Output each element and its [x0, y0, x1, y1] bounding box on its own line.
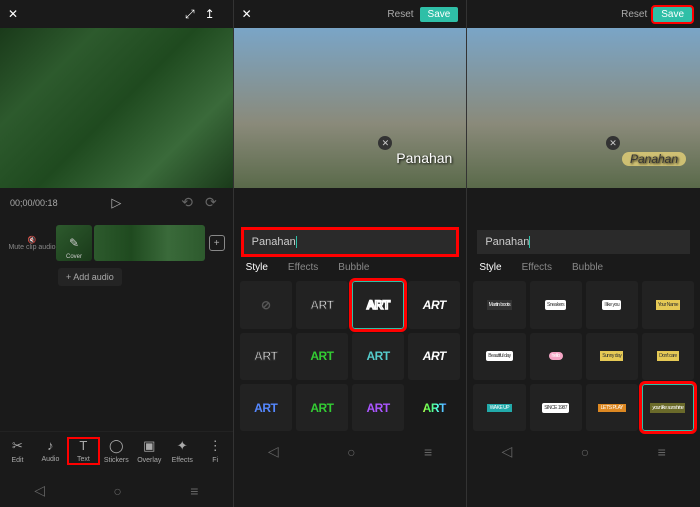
expand-icon[interactable]: ⤢: [185, 7, 195, 22]
close-icon[interactable]: ✕: [8, 7, 18, 21]
reset-button[interactable]: Reset: [387, 9, 413, 20]
editor-panel-style: ✕ Reset Save ✕ Panahan Panahan Style Eff…: [234, 0, 468, 507]
style-art-2[interactable]: ART: [352, 281, 404, 328]
topbar: Reset Save: [467, 0, 700, 28]
bubble-7[interactable]: Sunny day: [586, 333, 638, 380]
tab-effects[interactable]: Effects: [522, 262, 552, 273]
style-art-7[interactable]: ART: [408, 333, 460, 380]
style-art-5[interactable]: ART: [296, 333, 348, 380]
bubble-9[interactable]: WAKE UP: [473, 384, 525, 431]
text-input[interactable]: Panahan: [244, 230, 457, 254]
style-grid: ⊘ ART ART ART ART ART ART ART ART ART AR…: [234, 277, 467, 435]
preview-video[interactable]: ✕ Panahan: [234, 28, 467, 188]
video-clip[interactable]: [94, 225, 205, 261]
style-none[interactable]: ⊘: [240, 281, 292, 328]
style-art-8[interactable]: ART: [240, 384, 292, 431]
bubble-10[interactable]: SINCE 1987: [530, 384, 582, 431]
style-art-10[interactable]: ART: [352, 384, 404, 431]
tool-text[interactable]: TText: [68, 438, 99, 464]
system-nav: ◁ ○ ≡: [234, 435, 467, 468]
bubble-4[interactable]: Your Name: [642, 281, 694, 328]
caption-close-icon[interactable]: ✕: [606, 136, 620, 150]
preview-video[interactable]: [0, 28, 233, 188]
bubble-2[interactable]: Sneakers: [530, 281, 582, 328]
cover-label: Cover: [66, 254, 82, 260]
tool-audio[interactable]: ♪Audio: [35, 438, 66, 464]
nav-home-icon[interactable]: ○: [113, 483, 121, 499]
tool-overlay[interactable]: ▣Overlay: [134, 438, 165, 464]
system-nav: ◁ ○ ≡: [467, 435, 700, 468]
nav-home-icon[interactable]: ○: [581, 444, 589, 460]
tool-edit[interactable]: ✂Edit: [2, 438, 33, 464]
reset-button[interactable]: Reset: [621, 9, 647, 20]
caption-text[interactable]: Panahan: [396, 150, 452, 166]
close-icon[interactable]: ✕: [242, 7, 252, 21]
bubble-1[interactable]: Martin boots: [473, 281, 525, 328]
mute-icon[interactable]: 🔇: [8, 236, 56, 244]
tab-bubble[interactable]: Bubble: [572, 262, 603, 273]
tab-style[interactable]: Style: [246, 262, 268, 273]
tab-style[interactable]: Style: [479, 262, 501, 273]
play-icon[interactable]: ▷: [111, 195, 121, 211]
undo-icon[interactable]: ⟲: [181, 194, 193, 211]
style-art-9[interactable]: ART: [296, 384, 348, 431]
nav-back-icon[interactable]: ◁: [34, 482, 45, 499]
timeline-tracks: 🔇 Mute clip audio ✎ Cover + + Add audio: [0, 217, 233, 431]
nav-recent-icon[interactable]: ≡: [658, 444, 666, 460]
preview-video[interactable]: ✕ Panahan: [467, 28, 700, 188]
nav-recent-icon[interactable]: ≡: [424, 444, 432, 460]
tool-effects[interactable]: ✦Effects: [167, 438, 198, 464]
tab-effects[interactable]: Effects: [288, 262, 318, 273]
bubble-5[interactable]: Beautiful day: [473, 333, 525, 380]
tool-stickers[interactable]: ◯Stickers: [101, 438, 132, 464]
time-total: 00:18: [35, 198, 58, 208]
text-input-value: Panahan: [252, 236, 296, 248]
mute-label: Mute clip audio: [8, 244, 56, 251]
cover-icon: ✎: [69, 236, 79, 250]
cover-thumb[interactable]: ✎ Cover: [56, 225, 92, 261]
bubble-8[interactable]: Don't care: [642, 333, 694, 380]
text-input-value: Panahan: [485, 236, 529, 248]
nav-recent-icon[interactable]: ≡: [190, 483, 198, 499]
editor-panel-main: ✕ ⤢ ↥ 00;00/00:18 ▷ ⟲ ⟳ 🔇 Mute clip audi…: [0, 0, 234, 507]
save-button[interactable]: Save: [653, 7, 692, 22]
nav-home-icon[interactable]: ○: [347, 444, 355, 460]
tool-bar: ✂Edit ♪Audio TText ◯Stickers ▣Overlay ✦E…: [0, 431, 233, 474]
style-art-4[interactable]: ART: [240, 333, 292, 380]
caption-close-icon[interactable]: ✕: [378, 136, 392, 150]
time-bar: 00;00/00:18 ▷ ⟲ ⟳: [0, 188, 233, 217]
add-clip-button[interactable]: +: [209, 235, 225, 251]
topbar: ✕ ⤢ ↥: [0, 0, 233, 28]
add-audio-button[interactable]: + Add audio: [58, 268, 122, 286]
style-art-3[interactable]: ART: [408, 281, 460, 328]
tool-more[interactable]: ⋮Fi: [200, 438, 231, 464]
style-art-6[interactable]: ART: [352, 333, 404, 380]
redo-icon[interactable]: ⟳: [205, 194, 217, 211]
nav-back-icon[interactable]: ◁: [268, 443, 279, 460]
bubble-grid: Martin boots Sneakers I like you Your Na…: [467, 277, 700, 435]
text-tabs: Style Effects Bubble: [234, 254, 467, 277]
editor-panel-bubble: Reset Save ✕ Panahan Panahan Style Effec…: [467, 0, 700, 507]
bubble-12[interactable]: your like sunshine: [642, 384, 694, 431]
text-input[interactable]: Panahan: [477, 230, 690, 254]
text-tabs: Style Effects Bubble: [467, 254, 700, 277]
system-nav: ◁ ○ ≡: [0, 474, 233, 507]
tab-bubble[interactable]: Bubble: [338, 262, 369, 273]
time-current: 00;00: [10, 198, 33, 208]
style-art-11[interactable]: ART: [408, 384, 460, 431]
caption-text[interactable]: Panahan: [622, 152, 686, 166]
share-icon[interactable]: ↥: [205, 7, 215, 21]
save-button[interactable]: Save: [420, 7, 459, 22]
bubble-6[interactable]: hello: [530, 333, 582, 380]
topbar: ✕ Reset Save: [234, 0, 467, 28]
style-art-1[interactable]: ART: [296, 281, 348, 328]
bubble-3[interactable]: I like you: [586, 281, 638, 328]
bubble-11[interactable]: LET'S PLAY: [586, 384, 638, 431]
nav-back-icon[interactable]: ◁: [502, 443, 513, 460]
